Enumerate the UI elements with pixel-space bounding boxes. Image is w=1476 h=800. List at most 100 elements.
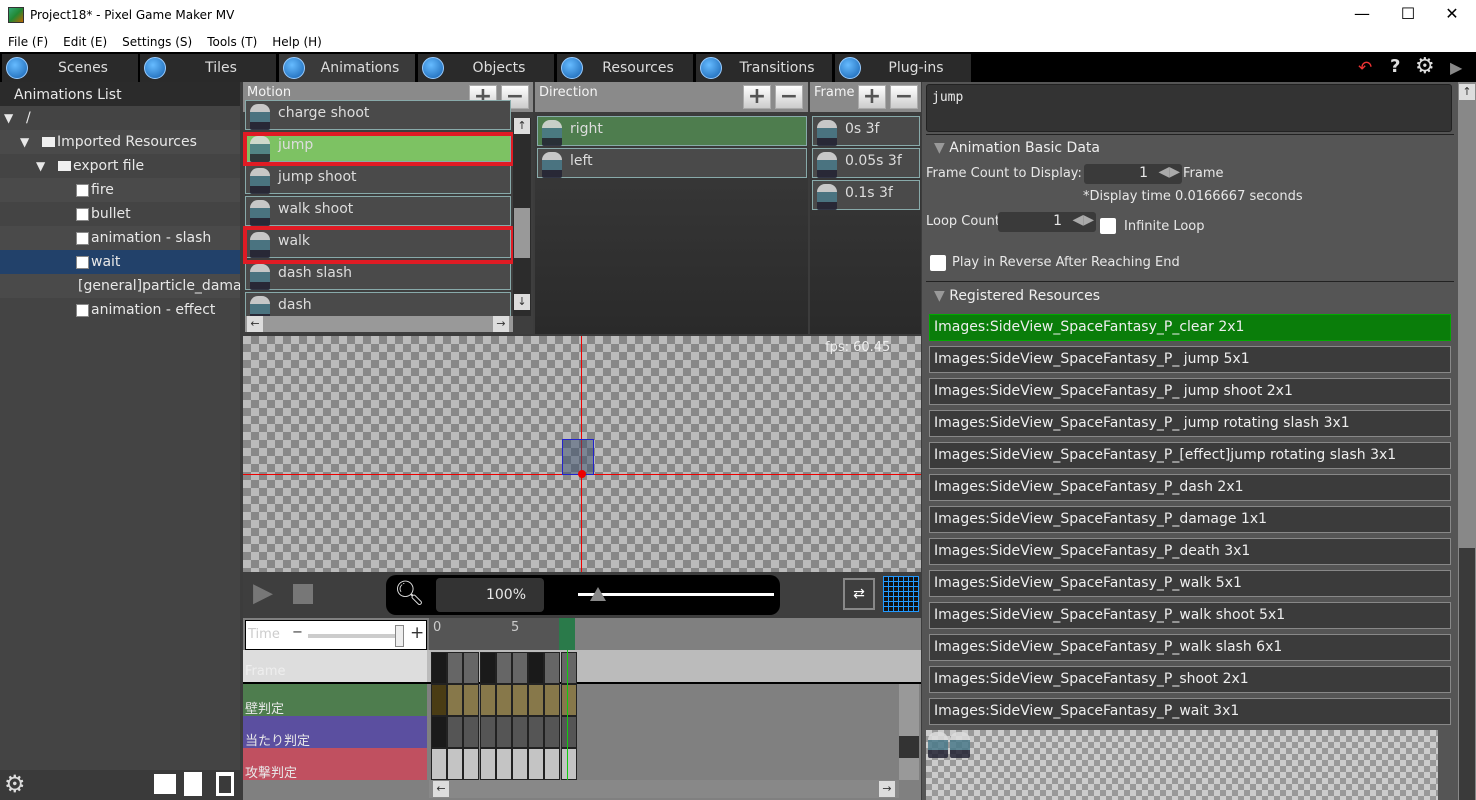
motion-vscrollbar[interactable] [513,118,531,316]
playhead-marker[interactable] [559,618,575,650]
timeline-cell[interactable] [463,652,480,684]
time-ruler[interactable]: 0 5 [429,618,559,650]
timeline-cell[interactable] [431,684,447,716]
timeline-cell[interactable] [479,684,496,716]
timeline-cell[interactable] [447,748,464,780]
scroll-thumb[interactable] [899,736,919,758]
timeline-cell[interactable] [560,748,577,780]
tree-root[interactable]: ▼ / [0,106,240,130]
resource-item[interactable]: Images:SideView_SpaceFantasy_P_walk 5x1 [929,570,1451,597]
track-label-hit[interactable]: 当たり判定 [243,716,427,749]
frame-item[interactable]: 0.1s 3f [812,180,920,210]
stop-icon[interactable] [293,584,313,604]
timeline-cell[interactable] [528,684,545,716]
time-zoom-thumb[interactable] [395,625,405,647]
properties-scrollbar[interactable] [1458,82,1476,800]
motion-item[interactable]: charge shoot [245,100,511,130]
add-animation-icon[interactable] [184,772,202,796]
timeline-cell[interactable] [544,684,561,716]
spinner-arrows-icon[interactable]: ◀▶ [1158,164,1180,180]
timeline-cell[interactable] [479,748,496,780]
gear-icon[interactable]: ⚙ [4,770,26,798]
menu-tools[interactable]: Tools (T) [207,35,257,49]
reverse-checkbox[interactable] [930,255,946,271]
timeline-cell[interactable] [431,748,447,780]
scroll-left-arrow[interactable]: ← [247,316,263,332]
gear-icon[interactable]: ⚙ [1415,54,1435,79]
timeline-cell[interactable] [447,684,464,716]
scroll-right-arrow[interactable]: → [879,781,895,797]
tab-tiles[interactable]: Tiles [140,54,276,82]
resource-item[interactable]: Images:SideView_SpaceFantasy_P_walk slas… [929,634,1451,661]
tree-folder[interactable]: ▼ export file [0,154,240,178]
motion-item[interactable]: walk shoot [245,196,511,226]
motion-name-input[interactable]: jump [926,84,1452,132]
motion-item[interactable]: dash slash [245,260,511,290]
timeline-cell[interactable] [560,716,577,748]
resource-item[interactable]: Images:SideView_SpaceFantasy_P_ jump rot… [929,410,1451,437]
zoom-input[interactable]: 100% [436,578,544,612]
timeline-cell[interactable] [512,652,528,684]
track-label-attack[interactable]: 攻撃判定 [243,748,427,781]
track-label-wall[interactable]: 壁判定 [243,684,427,717]
resource-item[interactable]: Images:SideView_SpaceFantasy_P_wait 3x1 [929,698,1451,725]
timeline-cell[interactable] [512,684,528,716]
timeline-cell[interactable] [463,716,480,748]
time-zoom-slider[interactable] [308,634,404,638]
tab-objects[interactable]: Objects [418,54,554,82]
track-label-frame[interactable]: Frame [243,650,427,682]
timeline-cell[interactable] [512,748,528,780]
scroll-thumb[interactable] [1459,548,1475,800]
remove-direction-button[interactable]: − [775,85,803,109]
tree-item[interactable]: bullet [0,202,240,226]
resource-item[interactable]: Images:SideView_SpaceFantasy_P_ jump 5x1 [929,346,1451,373]
loop-count-spinner[interactable]: 1 ◀▶ [998,212,1096,232]
timeline-vscrollbar[interactable] [899,684,919,780]
tree-item[interactable]: [general]particle_damage [0,274,240,298]
timeline-cell[interactable] [528,716,545,748]
resource-item-selected[interactable]: Images:SideView_SpaceFantasy_P_clear 2x1 [929,314,1451,341]
scroll-up-arrow[interactable]: ↑ [514,118,530,134]
add-direction-button[interactable]: + [743,85,771,109]
timeline-cell[interactable] [560,684,577,716]
scroll-left-arrow[interactable]: ← [433,781,449,797]
resource-item[interactable]: Images:SideView_SpaceFantasy_P_ jump sho… [929,378,1451,405]
motion-item[interactable]: jump shoot [245,164,511,194]
add-frame-button[interactable]: + [858,85,886,109]
sprite-bounding-box[interactable] [562,439,594,475]
tree-folder[interactable]: ▼ Imported Resources [0,130,240,154]
origin-point[interactable] [578,470,586,478]
resource-item[interactable]: Images:SideView_SpaceFantasy_P_damage 1x… [929,506,1451,533]
timeline-cell[interactable] [512,716,528,748]
timeline-cell[interactable] [528,652,545,684]
timeline-cell[interactable] [544,716,561,748]
timeline-cell[interactable] [431,716,447,748]
scroll-thumb[interactable] [514,208,530,258]
scroll-down-arrow[interactable]: ↓ [514,294,530,310]
menu-help[interactable]: Help (H) [272,35,322,49]
minimize-button[interactable]: — [1342,4,1382,28]
frame-item[interactable]: 0.05s 3f [812,148,920,178]
time-zoom-out[interactable]: − [292,625,303,640]
timeline-cell[interactable] [463,748,480,780]
tree-item[interactable]: animation - effect [0,298,240,322]
resource-item[interactable]: Images:SideView_SpaceFantasy_P_death 3x1 [929,538,1451,565]
direction-item-selected[interactable]: right [537,116,807,146]
infinite-loop-checkbox[interactable] [1100,218,1116,234]
menu-file[interactable]: File (F) [8,35,48,49]
tree-item[interactable]: fire [0,178,240,202]
close-button[interactable]: ✕ [1432,4,1472,28]
remove-frame-button[interactable]: − [890,85,918,109]
scroll-right-arrow[interactable]: → [493,316,509,332]
maximize-button[interactable]: ☐ [1388,4,1428,28]
tab-resources[interactable]: Resources [557,54,693,82]
play-icon[interactable]: ▶ [253,578,273,608]
direction-item[interactable]: left [537,148,807,178]
basic-data-section[interactable]: ▼ Animation Basic Data [934,140,1100,156]
timeline-cell[interactable] [544,748,561,780]
menu-edit[interactable]: Edit (E) [63,35,107,49]
registered-resources-section[interactable]: ▼ Registered Resources [934,288,1100,304]
frame-count-spinner[interactable]: 1 ◀▶ [1084,164,1182,184]
timeline-cell[interactable] [560,652,577,684]
tab-plugins[interactable]: Plug-ins [835,54,971,82]
